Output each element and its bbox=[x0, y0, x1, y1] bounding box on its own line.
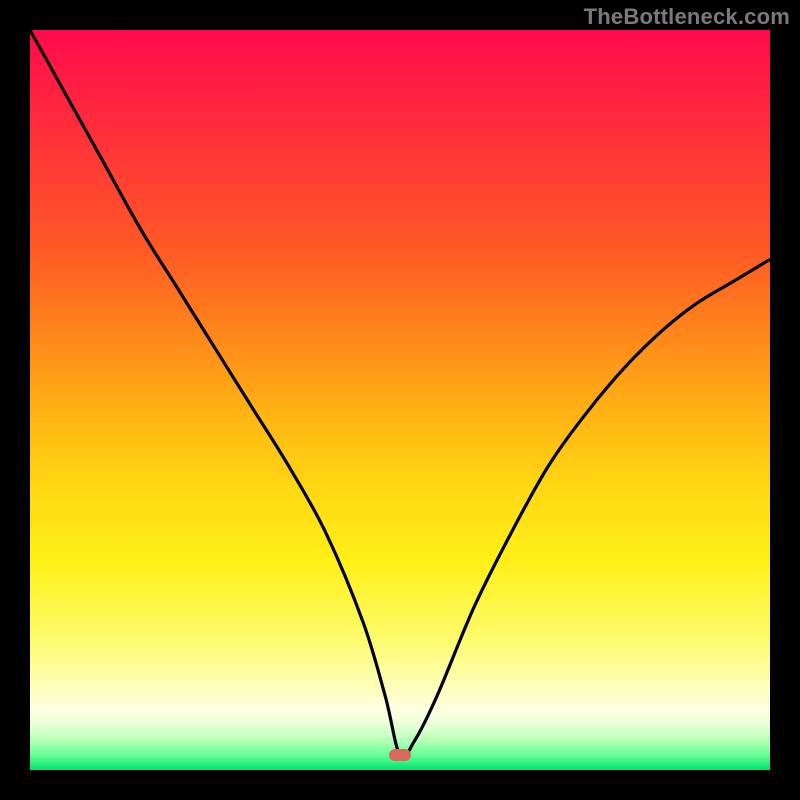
optimal-point-marker bbox=[389, 749, 411, 761]
curve-path bbox=[30, 30, 770, 757]
bottleneck-curve bbox=[30, 30, 770, 770]
watermark-text: TheBottleneck.com bbox=[584, 4, 790, 30]
plot-area bbox=[30, 30, 770, 770]
chart-frame: TheBottleneck.com bbox=[0, 0, 800, 800]
